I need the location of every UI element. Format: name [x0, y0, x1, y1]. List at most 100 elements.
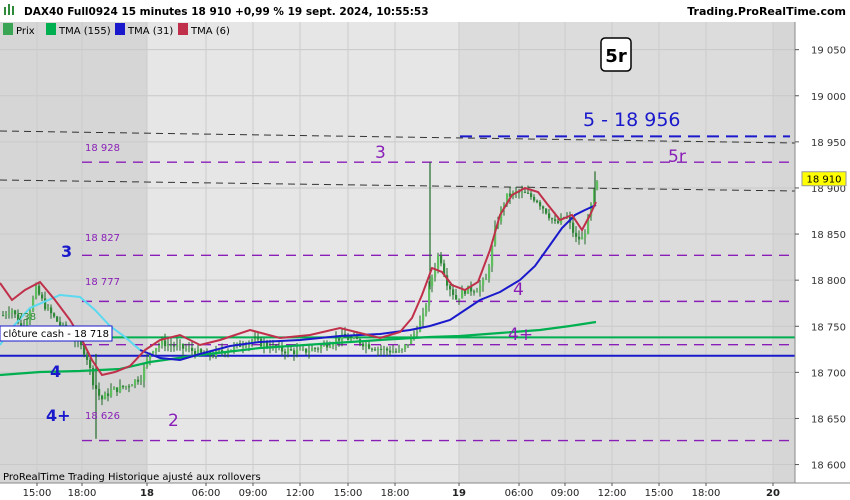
candle-body — [14, 310, 17, 315]
candle-body — [452, 289, 455, 295]
candle-body — [578, 236, 581, 240]
cloture-cash-text: clôture cash - 18 718 — [3, 328, 109, 340]
candle-body — [575, 232, 578, 237]
candle-body — [395, 351, 398, 353]
candle-body — [479, 285, 482, 292]
candle-body — [488, 266, 491, 279]
candle-body — [413, 333, 416, 337]
candle-body — [455, 294, 458, 300]
candle-body — [287, 349, 290, 354]
candle-body — [251, 340, 254, 343]
time-tick-label: 18:00 — [692, 488, 721, 499]
time-tick-label: 15:00 — [645, 488, 674, 499]
candle-body — [131, 385, 134, 387]
candle-body — [398, 349, 401, 352]
candle-body — [89, 359, 92, 368]
candle-body — [425, 305, 428, 314]
chart-header: DAX40 Full0924 15 minutes 18 910 +0,99 %… — [0, 0, 850, 22]
legend-label: TMA (6) — [190, 26, 230, 37]
candle-body — [581, 237, 584, 240]
candle-body — [416, 331, 419, 334]
wave-5r-text: 5r — [605, 46, 627, 67]
legend-item[interactable]: Prix — [3, 23, 35, 37]
price-tick-label: 18 650 — [811, 414, 846, 425]
price-tick-label: 18 850 — [811, 230, 846, 241]
legend-item[interactable]: TMA (155) — [46, 23, 111, 37]
time-tick-label: 09:00 — [551, 488, 580, 499]
candle-body — [125, 386, 128, 388]
candle-body — [539, 202, 542, 207]
candle-body — [401, 349, 404, 351]
time-tick-label: 18:00 — [68, 488, 97, 499]
candle-body — [386, 348, 389, 351]
candle-body — [392, 351, 395, 353]
price-chart[interactable]: 18 928 18 827 18 777 738 18 626 clôture cash … — [0, 0, 850, 500]
level-label-18777: 18 777 — [85, 277, 120, 288]
candle-body — [551, 218, 554, 220]
cloture-cash-label: clôture cash - 18 718 — [0, 325, 113, 342]
candle-body — [170, 344, 173, 346]
candle-body — [557, 220, 560, 223]
candle-body — [380, 348, 383, 350]
candle-body — [110, 389, 113, 397]
candle-body — [476, 291, 479, 293]
time-tick-label: 15:00 — [334, 488, 363, 499]
candle-body — [113, 387, 116, 390]
candle-body — [101, 395, 104, 400]
price-tick-label: 18 700 — [811, 368, 846, 379]
legend-item[interactable]: TMA (31) — [115, 23, 173, 37]
candle-body — [404, 344, 407, 350]
time-tick-label: 12:00 — [286, 488, 315, 499]
candle-body — [317, 348, 320, 350]
candle-body — [305, 348, 308, 353]
candle-body — [374, 349, 377, 351]
candle-body — [329, 346, 332, 348]
wave-label-3-left: 3 — [61, 242, 72, 261]
price-tick-label: 19 050 — [811, 46, 846, 57]
candle-body — [173, 345, 176, 347]
candle-body — [548, 213, 551, 219]
candle-body — [188, 347, 191, 349]
candle-body — [389, 350, 392, 353]
candle-body — [242, 346, 245, 348]
candle-body — [86, 354, 89, 360]
candle-body — [527, 192, 530, 194]
candle-body — [59, 321, 62, 326]
legend-item[interactable]: TMA (6) — [178, 23, 230, 37]
price-tick-label: 18 800 — [811, 276, 846, 287]
candle-body — [200, 349, 203, 353]
legend-swatch — [3, 23, 13, 35]
level-label-18827: 18 827 — [85, 233, 120, 244]
legend-label: TMA (31) — [127, 26, 173, 37]
time-tick-label: 06:00 — [505, 488, 534, 499]
candle-body — [257, 338, 260, 340]
time-tick-label: 12:00 — [598, 488, 627, 499]
candle-body — [2, 315, 5, 317]
candle-body — [161, 340, 164, 346]
candle-body — [422, 313, 425, 322]
session-shade — [147, 22, 459, 483]
candles-icon-bar — [12, 6, 14, 15]
candle-body — [440, 255, 443, 264]
legend-swatch — [178, 23, 188, 35]
candle-body — [311, 348, 314, 351]
price-axis: 18 600 18 650 18 700 18 750 18 800 18 850 18 9… — [794, 22, 850, 483]
candles-icon-bar — [8, 4, 10, 15]
candle-body — [296, 349, 299, 355]
candle-body — [320, 346, 323, 349]
candle-body — [47, 307, 50, 310]
candle-body — [140, 380, 143, 382]
wave-label-4-right: 4 — [513, 280, 524, 300]
time-tick-label: 18 — [140, 488, 154, 499]
candle-body — [302, 348, 305, 350]
candle-body — [164, 340, 167, 347]
legend-label: TMA (155) — [58, 26, 111, 37]
candle-body — [596, 181, 599, 190]
current-price-marker: 18 910 — [801, 171, 847, 187]
chart-window: 18 928 18 827 18 777 738 18 626 clôture cash … — [0, 0, 850, 500]
candle-body — [584, 233, 587, 238]
candle-body — [356, 336, 359, 340]
candle-body — [542, 206, 545, 209]
candle-body — [554, 219, 557, 221]
footer-note: ProRealTime Trading Historique ajusté au… — [3, 471, 261, 483]
